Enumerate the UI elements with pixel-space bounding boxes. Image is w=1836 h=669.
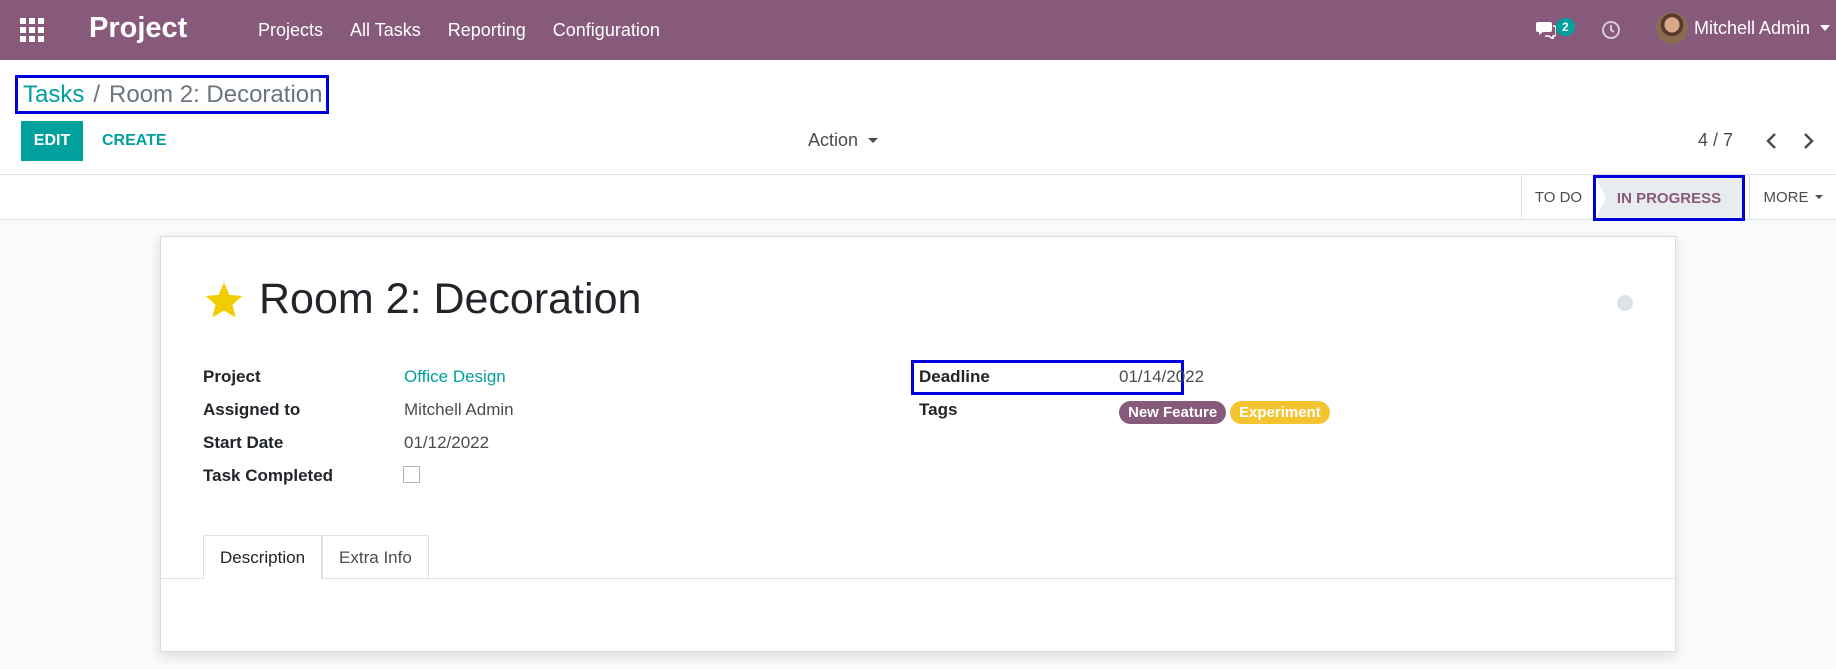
top-navbar: Project Projects All Tasks Reporting Con… (0, 0, 1836, 60)
tab-description[interactable]: Description (203, 535, 323, 579)
pager-value[interactable]: 4 / 7 (1698, 130, 1733, 151)
menu-item-projects[interactable]: Projects (258, 20, 323, 41)
deadline-label: Deadline (919, 367, 990, 386)
tag-new-feature: New Feature (1119, 401, 1227, 424)
create-button[interactable]: CREATE (102, 121, 167, 161)
control-panel: Tasks / Room 2: Decoration EDIT CREATE A… (0, 60, 1836, 174)
menu-item-configuration[interactable]: Configuration (553, 20, 660, 41)
priority-star-icon[interactable] (203, 281, 245, 326)
menu-item-all-tasks[interactable]: All Tasks (350, 20, 421, 41)
breadcrumb-current: Room 2: Decoration (109, 80, 323, 108)
stage-in-progress-label: IN PROGRESS (1616, 189, 1722, 207)
form-tabs: Description Extra Info (203, 535, 429, 579)
caret-down-icon (868, 138, 879, 143)
breadcrumb-tasks-link[interactable]: Tasks (23, 81, 84, 109)
project-label: Project (203, 367, 261, 386)
user-name: Mitchell Admin (1694, 17, 1811, 38)
user-menu[interactable]: Mitchell Admin (1656, 12, 1831, 44)
action-dropdown[interactable]: Action (808, 130, 879, 151)
project-link[interactable]: Office Design (404, 367, 506, 387)
menu-item-reporting[interactable]: Reporting (448, 20, 526, 41)
chevron-right-icon (1804, 133, 1814, 149)
stage-todo-button[interactable]: TO DO (1521, 175, 1595, 219)
chat-icon (1536, 22, 1556, 39)
tags-label: Tags (919, 400, 958, 419)
activity-button[interactable] (1601, 20, 1621, 45)
tab-extra-info[interactable]: Extra Info (322, 535, 429, 579)
app-title[interactable]: Project (89, 12, 187, 45)
stage-in-progress-button[interactable]: IN PROGRESS (1593, 175, 1745, 221)
main-menu: Projects All Tasks Reporting Configurati… (258, 20, 687, 41)
tag-experiment: Experiment (1230, 401, 1330, 424)
avatar (1656, 12, 1688, 44)
task-title: Room 2: Decoration (259, 275, 642, 323)
caret-down-icon (1820, 25, 1831, 31)
chat-count-badge: 2 (1556, 18, 1575, 36)
deadline-value: 01/14/2022 (1119, 367, 1205, 386)
edit-button[interactable]: EDIT (21, 121, 83, 161)
clock-icon (1602, 21, 1620, 39)
messaging-button[interactable]: 2 (1536, 18, 1576, 44)
apps-menu-icon[interactable] (20, 18, 44, 42)
task-completed-label: Task Completed (203, 466, 334, 485)
kanban-state-indicator[interactable] (1617, 295, 1633, 311)
status-bar: TO DO IN PROGRESS MORE (0, 174, 1836, 221)
chevron-left-icon (1766, 133, 1776, 149)
breadcrumb: Tasks / Room 2: Decoration (15, 75, 329, 114)
pager-previous-button[interactable] (1762, 130, 1782, 152)
more-stages-button[interactable]: MORE (1749, 175, 1836, 219)
more-label: MORE (1763, 188, 1809, 206)
start-date-value: 01/12/2022 (404, 433, 490, 452)
start-date-label: Start Date (203, 433, 284, 452)
breadcrumb-separator: / (93, 80, 101, 108)
form-sheet: Room 2: Decoration Project Office Design… (160, 236, 1676, 652)
assigned-label: Assigned to (203, 400, 301, 419)
assigned-value: Mitchell Admin (404, 400, 514, 419)
caret-down-icon (1814, 195, 1823, 199)
action-label: Action (808, 130, 859, 150)
task-completed-checkbox[interactable] (403, 466, 420, 483)
pager-next-button[interactable] (1798, 130, 1818, 152)
